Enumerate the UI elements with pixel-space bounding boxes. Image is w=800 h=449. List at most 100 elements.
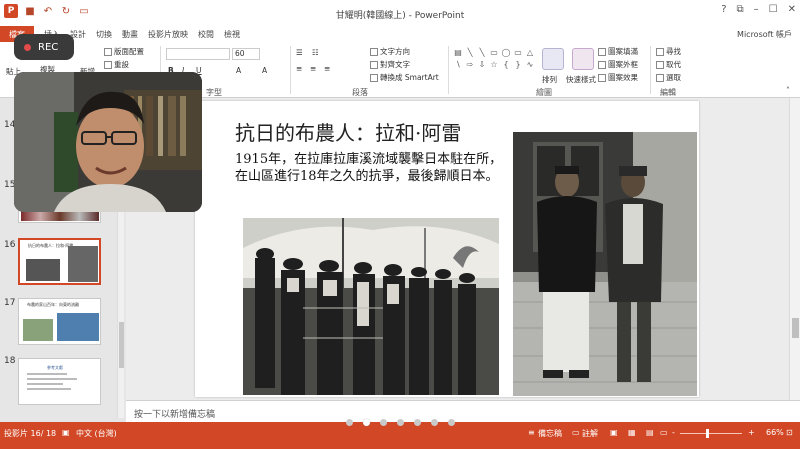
tab-view[interactable]: 檢視 bbox=[224, 29, 240, 40]
pager-dot[interactable] bbox=[430, 419, 438, 426]
zoom-slider-thumb[interactable] bbox=[706, 429, 709, 438]
thumbnail-image bbox=[26, 259, 60, 281]
slide-thumbnail-16[interactable]: 抗日的布農人：拉和·阿雷 bbox=[18, 238, 101, 285]
language-status[interactable]: 中文 (台灣) bbox=[76, 428, 117, 439]
vertical-scroll-thumb[interactable] bbox=[792, 318, 799, 338]
slide-title[interactable]: 抗日的布農人：拉和·阿雷 bbox=[235, 117, 461, 146]
select-button[interactable]: 選取 bbox=[656, 72, 681, 83]
collapse-ribbon-icon[interactable]: ˄ bbox=[786, 86, 790, 95]
slide-vertical-scrollbar[interactable] bbox=[789, 98, 800, 400]
slide-thumbnail-18[interactable]: 參考文獻 bbox=[18, 358, 101, 405]
layout-button[interactable]: 版面配置 bbox=[104, 46, 144, 57]
pager-dot[interactable] bbox=[379, 419, 387, 426]
curve-shape-icon[interactable]: ∿ bbox=[524, 58, 536, 70]
pager-dot-active[interactable] bbox=[362, 419, 370, 426]
record-dot-icon bbox=[24, 43, 31, 51]
zoom-in-button[interactable]: + bbox=[748, 428, 755, 437]
text-direction-button[interactable]: 文字方向 bbox=[370, 46, 410, 57]
line-shape-icon[interactable]: ∖ bbox=[452, 58, 464, 70]
recording-indicator[interactable]: REC bbox=[14, 34, 74, 60]
tab-transitions[interactable]: 切換 bbox=[96, 29, 112, 40]
close-icon[interactable]: ✕ bbox=[788, 4, 796, 15]
align-center-button[interactable]: ≡ bbox=[310, 64, 316, 73]
shape-outline-icon bbox=[598, 61, 606, 69]
slide-body-text[interactable]: 1915年，在拉庫拉庫溪流域襲擊日本駐在所，在山區進行18年之久的抗爭，最後歸順… bbox=[235, 151, 503, 185]
arrange-button[interactable]: 排列 bbox=[542, 74, 557, 85]
arrow-shape-icon[interactable]: ⇩ bbox=[476, 58, 488, 70]
oval-shape-icon[interactable]: ◯ bbox=[500, 46, 512, 58]
normal-view-icon[interactable]: ▣ bbox=[610, 428, 618, 437]
font-color-button[interactable]: A bbox=[236, 66, 241, 75]
zoom-slider[interactable] bbox=[680, 433, 742, 434]
align-text-button[interactable]: 對齊文字 bbox=[370, 59, 410, 70]
current-slide[interactable]: 抗日的布農人：拉和·阿雷 1915年，在拉庫拉庫溪流域襲擊日本駐在所，在山區進行… bbox=[195, 101, 699, 397]
historical-group-photo[interactable] bbox=[243, 218, 499, 395]
arrow-shape-icon[interactable]: ⇨ bbox=[464, 58, 476, 70]
tab-animations[interactable]: 動畫 bbox=[122, 29, 138, 40]
text-box-shape-icon[interactable]: ▤ bbox=[452, 46, 464, 58]
ribbon-display-icon[interactable]: ⧉ bbox=[737, 4, 744, 15]
find-button[interactable]: 尋找 bbox=[656, 46, 681, 57]
slideshow-view-icon[interactable]: ▭ bbox=[660, 428, 668, 437]
replace-button[interactable]: 取代 bbox=[656, 59, 681, 70]
zoom-out-button[interactable]: - bbox=[672, 428, 675, 437]
shapes-gallery[interactable]: ▤ ╲ ╲ ▭ ◯ ▭ △ ∖ ⇨ ⇩ ☆ { } ∿ bbox=[452, 46, 536, 82]
tab-list: 插入 設計 切換 動畫 投影片放映 校閱 檢視 bbox=[44, 29, 240, 40]
slide-number: 18 bbox=[4, 356, 16, 366]
tab-review[interactable]: 校閱 bbox=[198, 29, 214, 40]
bullets-button[interactable]: ☰ bbox=[296, 48, 303, 57]
layout-icon bbox=[104, 48, 112, 56]
numbering-button[interactable]: ☷ bbox=[312, 48, 319, 57]
window-controls: ? ⧉ – ☐ ✕ bbox=[721, 4, 796, 15]
slide-thumbnail-17[interactable]: 布農的家山百年：向東的流離 bbox=[18, 298, 101, 345]
pager-dot[interactable] bbox=[447, 419, 455, 426]
zoom-level[interactable]: 66% bbox=[766, 428, 784, 437]
rectangle-shape-icon[interactable]: ▭ bbox=[512, 46, 524, 58]
quick-styles-button[interactable]: 快速樣式 bbox=[566, 74, 596, 85]
rectangle-shape-icon[interactable]: ▭ bbox=[488, 46, 500, 58]
title-bar: P ■ ↶ ↻ ▭ 甘耀明(韓國線上) - PowerPoint ? ⧉ – ☐… bbox=[0, 0, 800, 26]
group-label-font: 字型 bbox=[206, 88, 222, 97]
carousel-pager bbox=[0, 419, 800, 426]
webcam-overlay[interactable] bbox=[14, 72, 202, 212]
maximize-icon[interactable]: ☐ bbox=[769, 4, 778, 15]
line-shape-icon[interactable]: ╲ bbox=[476, 46, 488, 58]
thumbnail-image bbox=[21, 211, 99, 221]
pager-dot[interactable] bbox=[413, 419, 421, 426]
shape-fill-button[interactable]: 圖案填滿 bbox=[598, 46, 638, 57]
shape-effects-button[interactable]: 圖案效果 bbox=[598, 72, 638, 83]
tab-slideshow[interactable]: 投影片放映 bbox=[148, 29, 188, 40]
two-men-portrait-photo[interactable] bbox=[513, 132, 697, 396]
font-size-combo[interactable]: 60 bbox=[232, 48, 260, 60]
brace-shape-icon[interactable]: } bbox=[512, 58, 524, 70]
minimize-icon[interactable]: – bbox=[754, 4, 759, 15]
align-right-button[interactable]: ≡ bbox=[324, 64, 330, 73]
group-label-paragraph: 段落 bbox=[352, 88, 368, 97]
arrange-icon bbox=[542, 48, 564, 70]
help-icon[interactable]: ? bbox=[721, 4, 726, 15]
reading-view-icon[interactable]: ▤ bbox=[646, 428, 654, 437]
align-left-button[interactable]: ≡ bbox=[296, 64, 302, 73]
fit-to-window-icon[interactable]: ⊡ bbox=[786, 428, 793, 437]
star-shape-icon[interactable]: ☆ bbox=[488, 58, 500, 70]
slide-sorter-icon[interactable]: ▦ bbox=[628, 428, 636, 437]
triangle-shape-icon[interactable]: △ bbox=[524, 46, 536, 58]
smartart-button[interactable]: 轉換成 SmartArt bbox=[370, 72, 439, 83]
comments-button[interactable]: 註解 bbox=[582, 428, 598, 439]
pager-dot[interactable] bbox=[345, 419, 353, 426]
shape-outline-button[interactable]: 圖案外框 bbox=[598, 59, 638, 70]
account-name[interactable]: Microsoft 帳戶 bbox=[737, 29, 792, 40]
grow-font-button[interactable]: A bbox=[262, 66, 267, 75]
spelling-icon[interactable]: ▣ bbox=[62, 428, 70, 437]
brace-shape-icon[interactable]: { bbox=[500, 58, 512, 70]
line-shape-icon[interactable]: ╲ bbox=[464, 46, 476, 58]
shape-effects-icon bbox=[598, 74, 606, 82]
notes-toggle-icon: ≡ bbox=[528, 428, 535, 437]
thumbnail-text-line bbox=[27, 383, 63, 385]
font-name-combo[interactable] bbox=[166, 48, 230, 60]
pager-dot[interactable] bbox=[396, 419, 404, 426]
slides-pane-scroll-thumb[interactable] bbox=[119, 322, 124, 368]
reset-button[interactable]: 重設 bbox=[104, 59, 129, 70]
comments-icon: ▭ bbox=[572, 428, 580, 437]
notes-toggle-button[interactable]: 備忘稿 bbox=[538, 428, 562, 439]
